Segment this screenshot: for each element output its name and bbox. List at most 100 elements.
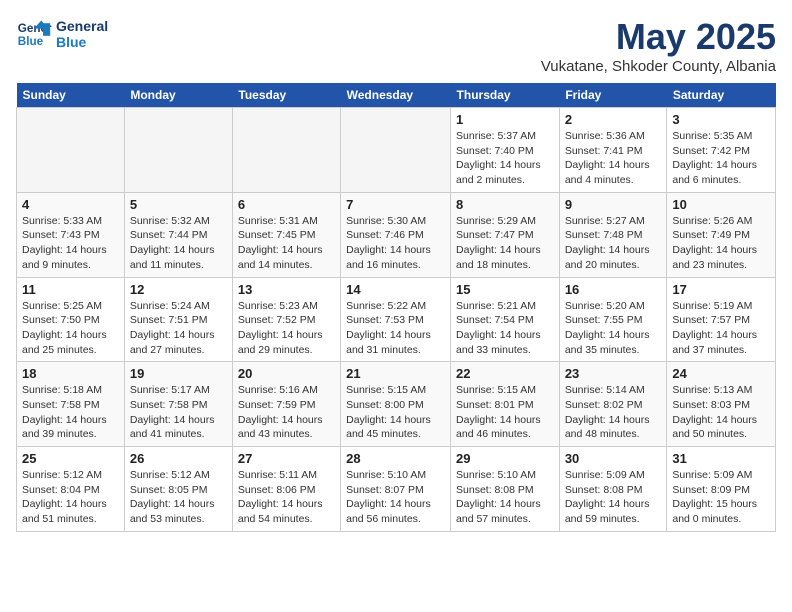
location-title: Vukatane, Shkoder County, Albania [541,58,776,75]
calendar-cell: 3 Sunrise: 5:35 AMSunset: 7:42 PMDaylight… [667,108,776,193]
day-number: 27 [238,451,335,466]
svg-text:Blue: Blue [18,35,44,48]
day-number: 29 [456,451,554,466]
cell-info: Sunrise: 5:25 AMSunset: 7:50 PMDaylight:… [22,299,119,358]
day-number: 9 [565,197,662,212]
day-number: 3 [672,112,770,127]
calendar-cell: 24 Sunrise: 5:13 AMSunset: 8:03 PMDayligh… [667,362,776,447]
cell-info: Sunrise: 5:17 AMSunset: 7:58 PMDaylight:… [130,383,227,442]
day-header-wednesday: Wednesday [341,83,451,108]
day-number: 28 [346,451,445,466]
calendar-week-row: 18 Sunrise: 5:18 AMSunset: 7:58 PMDayligh… [17,362,776,447]
calendar-cell: 13Sunrise: 5:23 AMSunset: 7:52 PMDayligh… [232,277,340,362]
calendar-cell [124,108,232,193]
calendar-week-row: 4 Sunrise: 5:33 AMSunset: 7:43 PMDaylight… [17,192,776,277]
cell-info: Sunrise: 5:12 AMSunset: 8:04 PMDaylight:… [22,468,119,527]
calendar-cell [341,108,451,193]
calendar-cell: 6 Sunrise: 5:31 AMSunset: 7:45 PMDaylight… [232,192,340,277]
calendar-cell: 29 Sunrise: 5:10 AMSunset: 8:08 PMDayligh… [451,447,560,532]
day-header-tuesday: Tuesday [232,83,340,108]
day-number: 20 [238,366,335,381]
day-number: 5 [130,197,227,212]
calendar-header-row: SundayMondayTuesdayWednesdayThursdayFrid… [17,83,776,108]
cell-info: Sunrise: 5:16 AMSunset: 7:59 PMDaylight:… [238,383,335,442]
cell-info: Sunrise: 5:24 AMSunset: 7:51 PMDaylight:… [130,299,227,358]
day-number: 7 [346,197,445,212]
cell-info: Sunrise: 5:32 AMSunset: 7:44 PMDaylight:… [130,214,227,273]
month-title: May 2025 [541,16,776,58]
calendar-cell: 28Sunrise: 5:10 AMSunset: 8:07 PMDayligh… [341,447,451,532]
cell-info: Sunrise: 5:35 AMSunset: 7:42 PMDaylight:… [672,129,770,188]
day-number: 30 [565,451,662,466]
cell-info: Sunrise: 5:10 AMSunset: 8:08 PMDaylight:… [456,468,554,527]
cell-info: Sunrise: 5:27 AMSunset: 7:48 PMDaylight:… [565,214,662,273]
calendar-cell: 15 Sunrise: 5:21 AMSunset: 7:54 PMDayligh… [451,277,560,362]
calendar-cell: 18 Sunrise: 5:18 AMSunset: 7:58 PMDayligh… [17,362,125,447]
calendar-table: SundayMondayTuesdayWednesdayThursdayFrid… [16,83,776,532]
title-area: May 2025 Vukatane, Shkoder County, Alban… [541,16,776,75]
calendar-cell: 14Sunrise: 5:22 AMSunset: 7:53 PMDayligh… [341,277,451,362]
calendar-cell: 26 Sunrise: 5:12 AMSunset: 8:05 PMDayligh… [124,447,232,532]
cell-info: Sunrise: 5:18 AMSunset: 7:58 PMDaylight:… [22,383,119,442]
calendar-cell: 10Sunrise: 5:26 AMSunset: 7:49 PMDayligh… [667,192,776,277]
day-number: 23 [565,366,662,381]
calendar-cell: 20 Sunrise: 5:16 AMSunset: 7:59 PMDayligh… [232,362,340,447]
day-number: 6 [238,197,335,212]
cell-info: Sunrise: 5:30 AMSunset: 7:46 PMDaylight:… [346,214,445,273]
day-number: 21 [346,366,445,381]
day-number: 11 [22,282,119,297]
cell-info: Sunrise: 5:31 AMSunset: 7:45 PMDaylight:… [238,214,335,273]
day-number: 16 [565,282,662,297]
cell-info: Sunrise: 5:21 AMSunset: 7:54 PMDaylight:… [456,299,554,358]
calendar-week-row: 1Sunrise: 5:37 AMSunset: 7:40 PMDaylight… [17,108,776,193]
cell-info: Sunrise: 5:12 AMSunset: 8:05 PMDaylight:… [130,468,227,527]
day-number: 24 [672,366,770,381]
page-header: General Blue General Blue May 2025 Vukat… [16,16,776,75]
calendar-cell: 7 Sunrise: 5:30 AMSunset: 7:46 PMDaylight… [341,192,451,277]
day-number: 1 [456,112,554,127]
calendar-week-row: 11 Sunrise: 5:25 AMSunset: 7:50 PMDayligh… [17,277,776,362]
cell-info: Sunrise: 5:20 AMSunset: 7:55 PMDaylight:… [565,299,662,358]
calendar-cell: 25Sunrise: 5:12 AMSunset: 8:04 PMDayligh… [17,447,125,532]
cell-info: Sunrise: 5:33 AMSunset: 7:43 PMDaylight:… [22,214,119,273]
calendar-cell: 23 Sunrise: 5:14 AMSunset: 8:02 PMDayligh… [559,362,667,447]
day-number: 2 [565,112,662,127]
day-number: 17 [672,282,770,297]
cell-info: Sunrise: 5:36 AMSunset: 7:41 PMDaylight:… [565,129,662,188]
cell-info: Sunrise: 5:15 AMSunset: 8:01 PMDaylight:… [456,383,554,442]
cell-info: Sunrise: 5:14 AMSunset: 8:02 PMDaylight:… [565,383,662,442]
calendar-cell: 8 Sunrise: 5:29 AMSunset: 7:47 PMDaylight… [451,192,560,277]
cell-info: Sunrise: 5:15 AMSunset: 8:00 PMDaylight:… [346,383,445,442]
cell-info: Sunrise: 5:11 AMSunset: 8:06 PMDaylight:… [238,468,335,527]
calendar-cell: 31Sunrise: 5:09 AMSunset: 8:09 PMDayligh… [667,447,776,532]
cell-info: Sunrise: 5:09 AMSunset: 8:08 PMDaylight:… [565,468,662,527]
cell-info: Sunrise: 5:19 AMSunset: 7:57 PMDaylight:… [672,299,770,358]
day-number: 8 [456,197,554,212]
day-header-thursday: Thursday [451,83,560,108]
day-number: 26 [130,451,227,466]
day-number: 4 [22,197,119,212]
day-header-saturday: Saturday [667,83,776,108]
cell-info: Sunrise: 5:22 AMSunset: 7:53 PMDaylight:… [346,299,445,358]
logo-general: General [56,18,108,34]
day-number: 18 [22,366,119,381]
logo-blue: Blue [56,34,108,50]
calendar-cell: 16 Sunrise: 5:20 AMSunset: 7:55 PMDayligh… [559,277,667,362]
day-header-friday: Friday [559,83,667,108]
cell-info: Sunrise: 5:26 AMSunset: 7:49 PMDaylight:… [672,214,770,273]
calendar-cell: 12 Sunrise: 5:24 AMSunset: 7:51 PMDayligh… [124,277,232,362]
calendar-cell: 19Sunrise: 5:17 AMSunset: 7:58 PMDayligh… [124,362,232,447]
day-number: 12 [130,282,227,297]
day-header-sunday: Sunday [17,83,125,108]
calendar-cell: 11 Sunrise: 5:25 AMSunset: 7:50 PMDayligh… [17,277,125,362]
calendar-week-row: 25Sunrise: 5:12 AMSunset: 8:04 PMDayligh… [17,447,776,532]
cell-info: Sunrise: 5:23 AMSunset: 7:52 PMDaylight:… [238,299,335,358]
calendar-cell: 4 Sunrise: 5:33 AMSunset: 7:43 PMDaylight… [17,192,125,277]
day-header-monday: Monday [124,83,232,108]
cell-info: Sunrise: 5:29 AMSunset: 7:47 PMDaylight:… [456,214,554,273]
cell-info: Sunrise: 5:13 AMSunset: 8:03 PMDaylight:… [672,383,770,442]
day-number: 15 [456,282,554,297]
calendar-cell: 9 Sunrise: 5:27 AMSunset: 7:48 PMDaylight… [559,192,667,277]
calendar-cell [17,108,125,193]
calendar-cell: 30 Sunrise: 5:09 AMSunset: 8:08 PMDayligh… [559,447,667,532]
